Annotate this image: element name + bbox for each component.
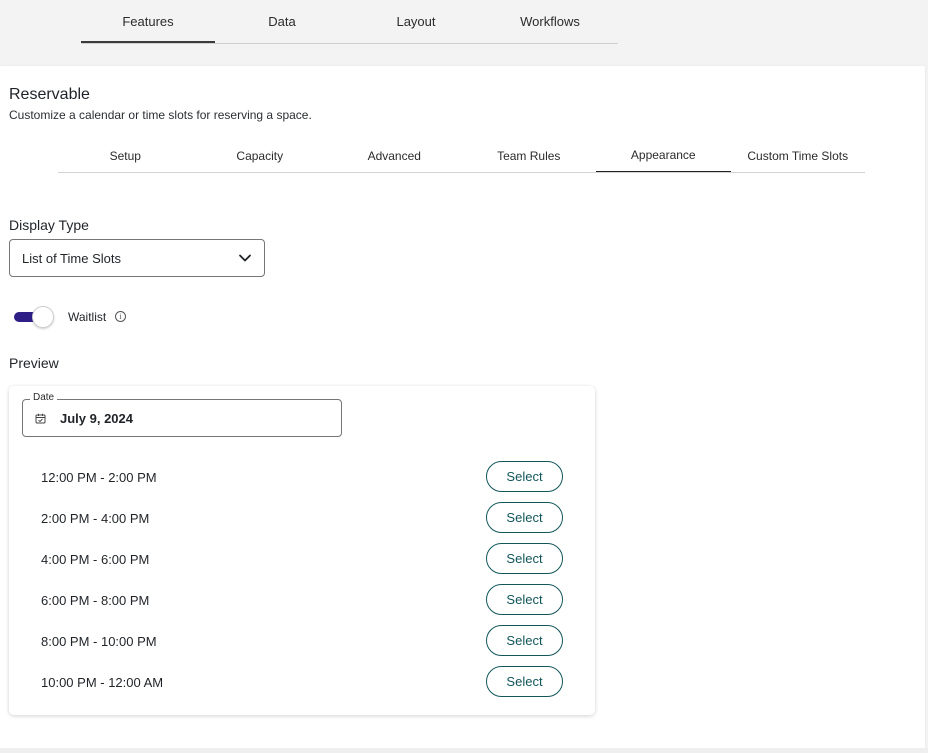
tab-capacity[interactable]: Capacity [193, 139, 328, 172]
tab-layout[interactable]: Layout [349, 0, 483, 43]
display-type-select[interactable]: List of Time Slots [9, 239, 265, 277]
time-slot-row: 2:00 PM - 4:00 PM Select [9, 502, 595, 543]
waitlist-label: Waitlist [68, 310, 107, 324]
time-slot-label: 6:00 PM - 8:00 PM [41, 593, 150, 608]
waitlist-toggle[interactable] [14, 306, 54, 328]
select-button[interactable]: Select [486, 584, 563, 615]
reservable-panel: Reservable Customize a calendar or time … [0, 66, 925, 748]
time-slot-label: 2:00 PM - 4:00 PM [41, 511, 150, 526]
toggle-knob [32, 306, 54, 328]
select-button[interactable]: Select [486, 502, 563, 533]
tab-data[interactable]: Data [215, 0, 349, 43]
tab-features[interactable]: Features [81, 0, 215, 43]
section-subtitle: Customize a calendar or time slots for r… [9, 108, 312, 122]
time-slot-label: 4:00 PM - 6:00 PM [41, 552, 150, 567]
select-button[interactable]: Select [486, 543, 563, 574]
select-button[interactable]: Select [486, 625, 563, 656]
time-slot-label: 12:00 PM - 2:00 PM [41, 470, 157, 485]
display-type-value: List of Time Slots [22, 250, 121, 266]
display-type-label: Display Type [9, 217, 89, 233]
select-button[interactable]: Select [486, 666, 563, 697]
sub-tab-bar: Setup Capacity Advanced Team Rules Appea… [58, 139, 865, 173]
time-slot-label: 8:00 PM - 10:00 PM [41, 634, 157, 649]
tab-advanced[interactable]: Advanced [327, 139, 462, 172]
section-title: Reservable [9, 86, 90, 103]
time-slot-row: 8:00 PM - 10:00 PM Select [9, 625, 595, 666]
preview-card: Date July 9, 2024 12:00 PM - 2:00 PM Sel… [9, 386, 595, 715]
chevron-down-icon [239, 254, 251, 262]
date-field-legend: Date [30, 392, 58, 403]
tab-team-rules[interactable]: Team Rules [462, 139, 597, 172]
tab-setup[interactable]: Setup [58, 139, 193, 172]
time-slot-row: 10:00 PM - 12:00 AM Select [9, 666, 595, 707]
calendar-icon [35, 413, 46, 424]
tab-workflows[interactable]: Workflows [483, 0, 617, 43]
date-field[interactable]: Date July 9, 2024 [22, 392, 342, 437]
time-slot-list: 12:00 PM - 2:00 PM Select 2:00 PM - 4:00… [9, 461, 595, 707]
date-value: July 9, 2024 [60, 411, 133, 426]
tab-custom-time-slots[interactable]: Custom Time Slots [731, 139, 866, 172]
select-button[interactable]: Select [486, 461, 563, 492]
bottom-divider [0, 748, 928, 753]
time-slot-label: 10:00 PM - 12:00 AM [41, 675, 164, 690]
top-tab-bar: Features Data Layout Workflows [81, 0, 618, 44]
preview-label: Preview [9, 355, 59, 371]
time-slot-row: 4:00 PM - 6:00 PM Select [9, 543, 595, 584]
info-icon[interactable]: i [115, 311, 126, 322]
time-slot-row: 6:00 PM - 8:00 PM Select [9, 584, 595, 625]
tab-appearance[interactable]: Appearance [596, 139, 731, 172]
time-slot-row: 12:00 PM - 2:00 PM Select [9, 461, 595, 502]
